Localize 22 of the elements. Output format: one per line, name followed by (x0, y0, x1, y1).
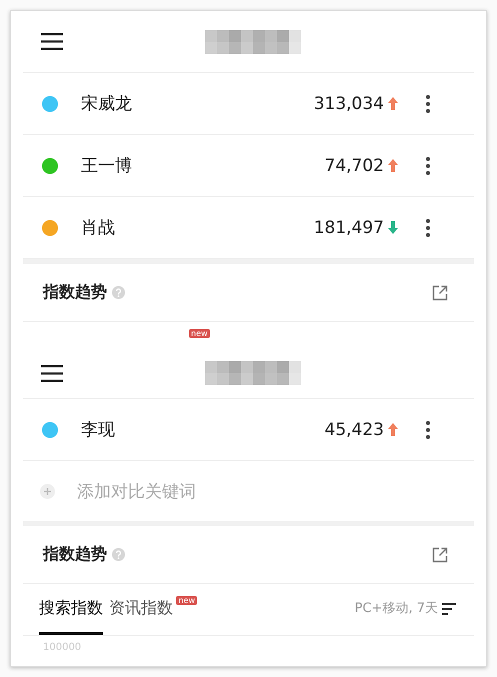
keyword-value: 313,034 (314, 94, 384, 114)
menu-icon[interactable] (41, 364, 63, 382)
keyword-name: 李现 (81, 419, 116, 441)
external-link-icon[interactable] (432, 546, 448, 562)
section-title: 指数趋势 (43, 544, 107, 565)
more-icon[interactable] (426, 218, 430, 236)
external-link-icon[interactable] (432, 284, 448, 300)
keyword-name: 王一博 (81, 155, 133, 177)
keyword-name: 肖战 (81, 217, 116, 239)
keyword-value: 74,702 (324, 156, 384, 176)
new-badge: new (189, 329, 210, 338)
more-icon[interactable] (426, 156, 430, 174)
filter-icon[interactable] (442, 603, 456, 615)
new-badge: new (176, 596, 197, 605)
keyword-name: 宋威龙 (81, 93, 133, 115)
tab[interactable]: 搜索指数 (39, 598, 103, 635)
keyword-value: 45,423 (324, 420, 384, 440)
menu-icon[interactable] (41, 33, 63, 50)
section-title: 指数趋势 (43, 282, 107, 303)
more-icon[interactable] (426, 94, 430, 112)
more-icon[interactable] (426, 420, 430, 438)
keyword-value: 181,497 (314, 218, 384, 238)
